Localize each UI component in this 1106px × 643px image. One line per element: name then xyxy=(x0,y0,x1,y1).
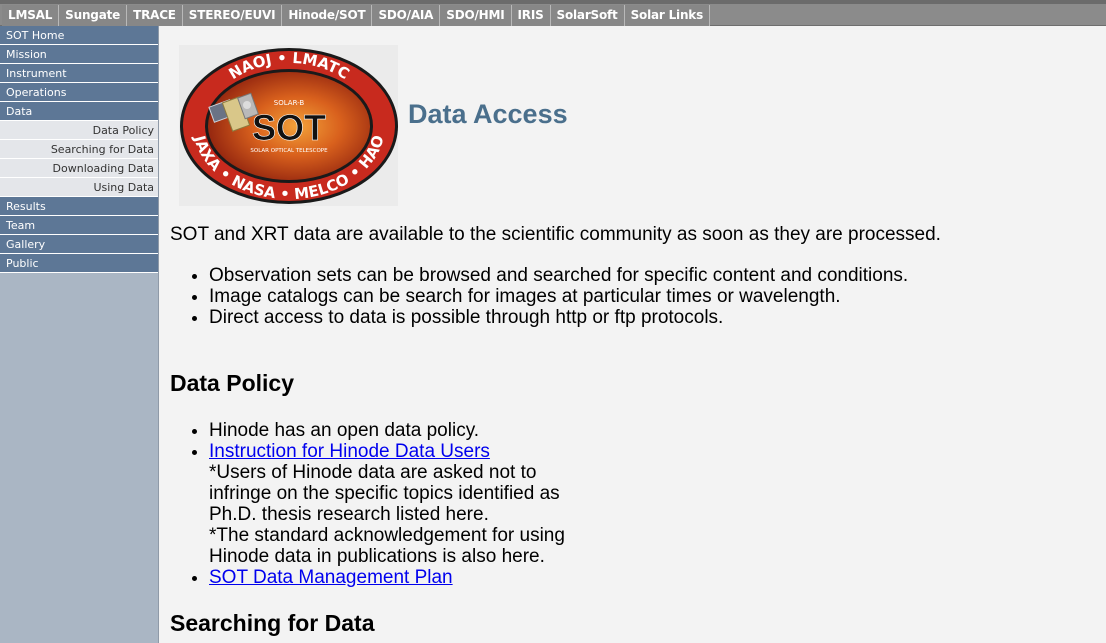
sidebar-subitem-downloading-data[interactable]: Downloading Data xyxy=(0,159,158,178)
policy-bullet-instructions: Instruction for Hinode Data Users *Users… xyxy=(209,441,565,567)
sot-logo: NAOJ • LMATC JAXA • NASA • MELCO • HAO S… xyxy=(179,45,398,206)
sidebar-item-operations[interactable]: Operations xyxy=(0,83,158,102)
sidebar-nav: SOT Home Mission Instrument Operations D… xyxy=(0,26,158,273)
sidebar-item-results[interactable]: Results xyxy=(0,197,158,216)
top-nav-links: LMSAL Sungate TRACE STEREO/EUVI Hinode/S… xyxy=(2,5,711,26)
sidebar-item-team[interactable]: Team xyxy=(0,216,158,235)
sidebar-item-gallery[interactable]: Gallery xyxy=(0,235,158,254)
sidebar-item-mission[interactable]: Mission xyxy=(0,45,158,64)
top-nav-solarsoft[interactable]: SolarSoft xyxy=(550,5,625,26)
policy-note-line: Hinode data in publications is also here… xyxy=(209,546,545,567)
sidebar-subitem-searching-for-data[interactable]: Searching for Data xyxy=(0,140,158,159)
top-nav-sdo-hmi[interactable]: SDO/HMI xyxy=(440,5,512,26)
intro-text: SOT and XRT data are available to the sc… xyxy=(170,224,941,245)
logo-mission: SOLAR-B xyxy=(274,99,305,107)
policy-bullet-open-data: Hinode has an open data policy. xyxy=(209,420,565,441)
logo-subtitle: SOLAR OPTICAL TELESCOPE xyxy=(250,148,328,154)
data-management-plan-link[interactable]: SOT Data Management Plan xyxy=(209,567,453,588)
top-nav-sdo-aia[interactable]: SDO/AIA xyxy=(372,5,441,26)
intro-bullet: Observation sets can be browsed and sear… xyxy=(209,265,908,286)
main-content: NAOJ • LMATC JAXA • NASA • MELCO • HAO S… xyxy=(160,26,1106,643)
sidebar-item-instrument[interactable]: Instrument xyxy=(0,64,158,83)
sidebar-item-sot-home[interactable]: SOT Home xyxy=(0,26,158,45)
policy-note-line: Ph.D. thesis research listed here. xyxy=(209,504,489,525)
sidebar-item-data[interactable]: Data xyxy=(0,102,158,121)
sidebar-subitem-using-data[interactable]: Using Data xyxy=(0,178,158,197)
policy-note-line: *Users of Hinode data are asked not to xyxy=(209,462,537,483)
sidebar-item-public[interactable]: Public xyxy=(0,254,158,273)
policy-bullet-list: Hinode has an open data policy. Instruct… xyxy=(209,420,565,588)
top-navigation-bar: LMSAL Sungate TRACE STEREO/EUVI Hinode/S… xyxy=(0,0,1106,26)
intro-bullet: Image catalogs can be search for images … xyxy=(209,286,908,307)
intro-bullet: Direct access to data is possible throug… xyxy=(209,307,908,328)
top-nav-sungate[interactable]: Sungate xyxy=(59,5,128,26)
top-nav-trace[interactable]: TRACE xyxy=(127,5,183,26)
sot-logo-graphic: NAOJ • LMATC JAXA • NASA • MELCO • HAO S… xyxy=(180,48,398,204)
logo-name: SOT xyxy=(252,107,326,148)
policy-note-line: *The standard acknowledgement for using xyxy=(209,525,565,546)
searching-for-data-heading: Searching for Data xyxy=(170,610,375,636)
data-policy-heading: Data Policy xyxy=(170,370,294,396)
policy-bullet-management-plan: SOT Data Management Plan xyxy=(209,567,565,588)
sidebar-subitem-data-policy[interactable]: Data Policy xyxy=(0,121,158,140)
top-strip xyxy=(0,0,1106,4)
top-nav-solar-links[interactable]: Solar Links xyxy=(624,5,711,26)
intro-bullet-list: Observation sets can be browsed and sear… xyxy=(209,265,908,328)
policy-note-line: infringe on the specific topics identifi… xyxy=(209,483,560,504)
sidebar: SOT Home Mission Instrument Operations D… xyxy=(0,26,159,643)
top-nav-hinode-sot[interactable]: Hinode/SOT xyxy=(282,5,373,26)
top-nav-lmsal[interactable]: LMSAL xyxy=(2,5,60,26)
top-nav-stereo-euvi[interactable]: STEREO/EUVI xyxy=(182,5,283,26)
top-nav-iris[interactable]: IRIS xyxy=(511,5,551,26)
instruction-link[interactable]: Instruction for Hinode Data Users xyxy=(209,441,490,462)
page-title: Data Access xyxy=(408,99,568,129)
